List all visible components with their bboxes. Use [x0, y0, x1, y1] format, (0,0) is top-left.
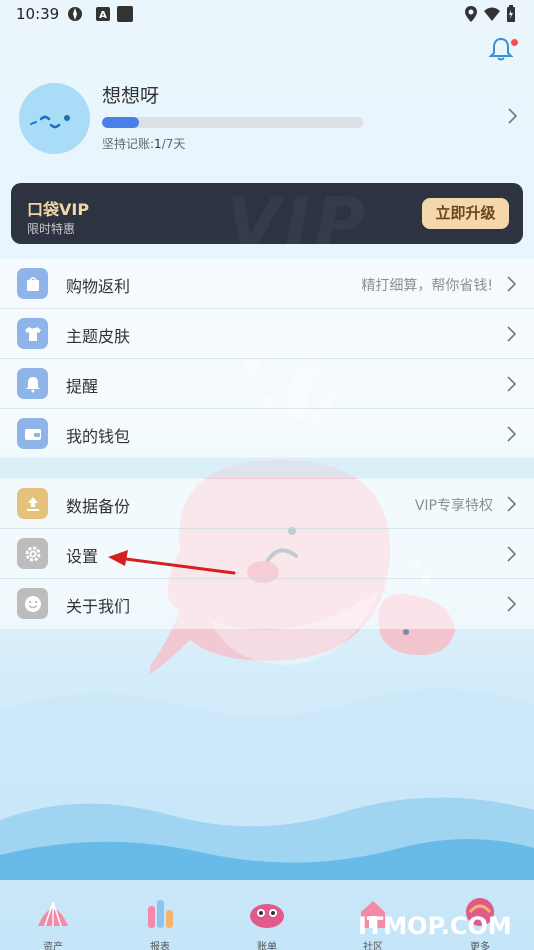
streak-progress-bar: [102, 117, 363, 128]
vip-background-text: VIP: [226, 183, 370, 244]
upload-icon: [17, 488, 48, 519]
menu-group-2: 数据备份 VIP专享特权 设置 关于我们: [0, 479, 534, 629]
whale-icon: [250, 904, 284, 928]
menu-right-text: VIP专享特权: [414, 498, 493, 514]
menu-row-data-backup[interactable]: 数据备份 VIP专享特权: [0, 479, 534, 529]
menu-label: 关于我们: [66, 597, 131, 616]
section-divider: [0, 458, 534, 478]
chevron-right-icon: [507, 546, 517, 562]
tab-bills[interactable]: 账单: [237, 896, 297, 950]
menu-right-text: 精打细算，帮你省钱!: [361, 278, 493, 294]
menu-row-wallet[interactable]: 我的钱包: [0, 409, 534, 459]
avatar[interactable]: [19, 83, 90, 154]
notification-dot: [511, 39, 518, 46]
menu-row-shopping-rebate[interactable]: 购物返利 精打细算，帮你省钱!: [0, 259, 534, 309]
wifi-icon: [484, 7, 500, 21]
svg-text:A: A: [99, 10, 107, 21]
app-square-icon: [117, 6, 133, 22]
battery-icon: [507, 5, 515, 22]
bell-icon: [17, 368, 48, 399]
status-bar: 10:39 A: [0, 0, 534, 30]
vip-subtitle: 限时特惠: [27, 222, 76, 236]
smiley-icon: [17, 588, 48, 619]
notification-bell-icon[interactable]: [488, 36, 514, 62]
sync-icon: [68, 7, 82, 21]
location-icon: [465, 6, 477, 22]
menu-row-about-us[interactable]: 关于我们: [0, 579, 534, 629]
shirt-icon: [17, 318, 48, 349]
shopping-bag-icon: [17, 268, 48, 299]
chevron-right-icon: [507, 326, 517, 342]
keyboard-a-icon: A: [96, 7, 110, 21]
annotation-arrow-icon: [108, 550, 236, 575]
streak-value: 1: [154, 137, 162, 151]
chevron-right-icon: [507, 496, 517, 512]
menu-group-1: 购物返利 精打细算，帮你省钱! 主题皮肤 提醒 我的钱包: [0, 259, 534, 457]
menu-row-theme-skin[interactable]: 主题皮肤: [0, 309, 534, 359]
chevron-right-icon: [507, 376, 517, 392]
user-name: 想想呀: [102, 85, 160, 107]
menu-row-settings[interactable]: 设置: [0, 529, 534, 579]
avatar-face-icon: [30, 115, 70, 129]
tab-label: 账单: [257, 942, 277, 950]
menu-label: 主题皮肤: [66, 327, 131, 346]
coral-icon: [148, 900, 173, 928]
vip-title: 口袋VIP: [27, 200, 90, 219]
menu-label: 提醒: [66, 377, 99, 396]
menu-label: 设置: [66, 547, 99, 566]
site-watermark: ITMOP.COM: [358, 912, 512, 940]
vip-banner[interactable]: VIP 口袋VIP 限时特惠 立即升级: [11, 183, 523, 244]
wallet-icon: [17, 418, 48, 449]
streak-progress-fill: [102, 117, 139, 128]
tab-label: 报表: [150, 942, 170, 950]
shell-icon: [38, 901, 68, 927]
streak-unit: /7天: [161, 137, 186, 151]
tab-reports[interactable]: 报表: [130, 896, 190, 950]
tab-label: 资产: [43, 942, 63, 950]
status-time: 10:39: [16, 5, 60, 23]
ocean-waves: [0, 688, 534, 880]
chevron-right-icon: [507, 596, 517, 612]
chevron-right-icon: [507, 426, 517, 442]
menu-label: 我的钱包: [66, 427, 131, 446]
menu-label: 购物返利: [66, 277, 131, 296]
tab-assets[interactable]: 资产: [23, 896, 83, 950]
gear-icon: [17, 538, 48, 569]
menu-row-reminder[interactable]: 提醒: [0, 359, 534, 409]
chevron-right-icon: [508, 108, 518, 124]
menu-label: 数据备份: [66, 497, 131, 516]
chevron-right-icon: [507, 276, 517, 292]
profile-card[interactable]: 想想呀 坚持记账:1/7天: [0, 75, 534, 165]
streak-text: 坚持记账:1/7天: [102, 135, 185, 152]
upgrade-button[interactable]: 立即升级: [422, 198, 509, 229]
streak-label: 坚持记账:: [102, 137, 155, 151]
